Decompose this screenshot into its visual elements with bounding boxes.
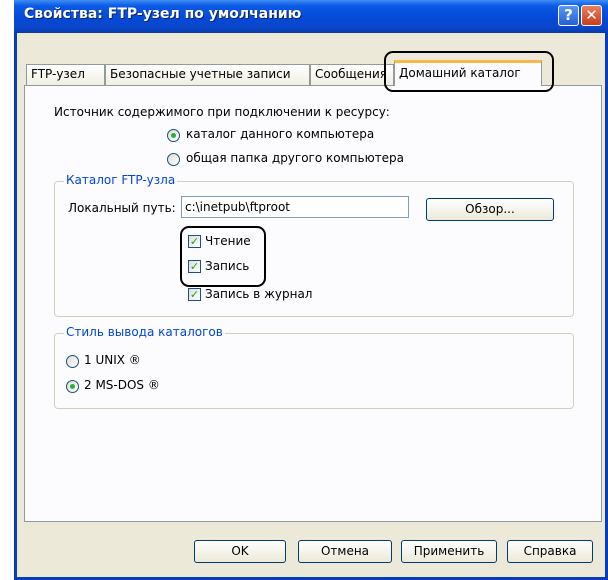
radio-ms-dos[interactable] xyxy=(66,380,79,393)
radio-ms-dos-label[interactable]: 2 MS-DOS ® xyxy=(84,378,160,392)
radio-other-computer-share-label[interactable]: общая папка другого компьютера xyxy=(186,151,404,165)
log-visits-checkbox-label[interactable]: Запись в журнал xyxy=(205,287,312,301)
write-checkbox[interactable]: ✓ xyxy=(188,260,201,273)
radio-other-computer-share[interactable] xyxy=(167,153,180,166)
browse-button[interactable]: Обзор... xyxy=(426,198,554,221)
read-checkbox-label[interactable]: Чтение xyxy=(205,234,251,248)
tab-messages[interactable]: Сообщения xyxy=(310,64,394,85)
local-path-label: Локальный путь: xyxy=(68,201,176,215)
tab-ftp-site[interactable]: FTP-узел xyxy=(26,64,105,85)
radio-unix[interactable] xyxy=(66,355,79,368)
radio-this-computer-label[interactable]: каталог данного компьютера xyxy=(186,127,374,141)
read-checkbox[interactable]: ✓ xyxy=(188,235,201,248)
listing-style-legend: Стиль вывода каталогов xyxy=(64,325,225,339)
apply-button[interactable]: Применить xyxy=(401,540,497,563)
tab-security-accounts[interactable]: Безопасные учетные записи xyxy=(105,64,310,85)
content-source-label: Источник содержимого при подключении к р… xyxy=(54,105,390,119)
close-icon[interactable]: ✕ xyxy=(581,5,602,26)
help-button[interactable]: Справка xyxy=(507,540,593,563)
radio-unix-label[interactable]: 1 UNIX ® xyxy=(84,353,141,367)
cancel-button[interactable]: Отмена xyxy=(298,540,392,563)
title-bar[interactable]: Свойства: FTP-узел по умолчанию ? ✕ xyxy=(14,0,608,33)
tab-home-directory[interactable]: Домашний каталог xyxy=(394,60,542,86)
radio-this-computer[interactable] xyxy=(167,129,180,142)
listing-style-group xyxy=(54,333,574,409)
local-path-input[interactable]: c:\inetpub\ftproot xyxy=(181,196,409,218)
window-title: Свойства: FTP-узел по умолчанию xyxy=(24,6,302,22)
help-title-button[interactable]: ? xyxy=(558,5,579,26)
write-checkbox-label[interactable]: Запись xyxy=(205,259,249,273)
properties-dialog: Свойства: FTP-узел по умолчанию ? ✕ FTP-… xyxy=(14,0,608,580)
log-visits-checkbox[interactable]: ✓ xyxy=(188,288,201,301)
ftp-directory-legend: Каталог FTP-узла xyxy=(64,173,178,187)
ok-button[interactable]: OK xyxy=(194,540,286,563)
